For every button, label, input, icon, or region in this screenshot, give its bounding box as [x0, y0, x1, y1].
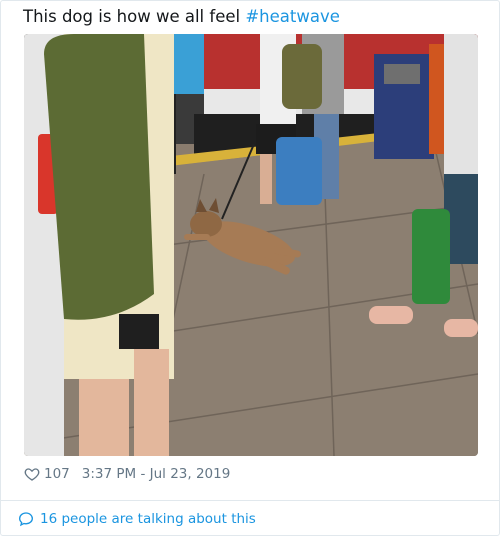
- chat-bubble-icon: [18, 512, 34, 527]
- timestamp[interactable]: 3:37 PM - Jul 23, 2019: [82, 466, 231, 482]
- foreground-legs: [79, 379, 129, 456]
- like-count[interactable]: 107: [44, 466, 70, 482]
- conversation-label: 16 people are talking about this: [40, 511, 256, 527]
- tweet-photo[interactable]: [24, 34, 478, 456]
- hashtag-link[interactable]: #heatwave: [245, 7, 340, 26]
- conversation-link[interactable]: 16 people are talking about this: [18, 509, 256, 529]
- tweet-body: This dog is how we all feel: [23, 7, 241, 26]
- leg-left: [260, 154, 272, 204]
- green-shopping-bag: [412, 209, 450, 304]
- tweet-meta: 107 3:37 PM - Jul 23, 2019: [24, 463, 230, 485]
- foreground-leg-right: [134, 349, 169, 456]
- sandal-right: [444, 319, 478, 337]
- handbag: [384, 64, 420, 84]
- divider: [1, 500, 500, 501]
- tweet-card: This dog is how we all feel #heatwave 10…: [0, 0, 500, 536]
- black-shorts-front: [119, 314, 159, 349]
- backpack: [282, 44, 322, 109]
- tweet-text: This dog is how we all feel #heatwave: [23, 5, 340, 29]
- heart-icon[interactable]: [24, 466, 40, 482]
- blue-suitcase: [276, 137, 322, 205]
- photo-illustration: [24, 34, 478, 456]
- sandal-left: [369, 306, 413, 324]
